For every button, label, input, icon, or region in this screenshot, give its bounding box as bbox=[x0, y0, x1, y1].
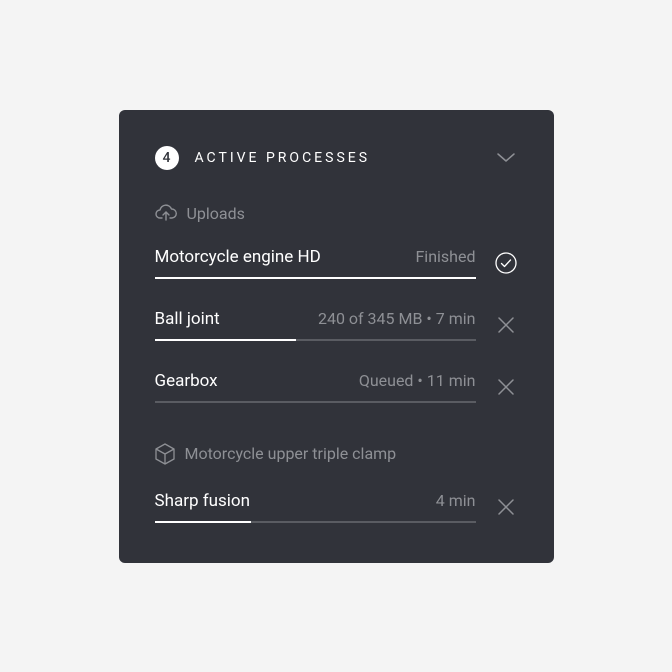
ai-item-name: Sharp fusion bbox=[155, 491, 251, 511]
close-icon bbox=[497, 378, 515, 396]
upload-done-button[interactable] bbox=[494, 251, 518, 275]
progress-fill bbox=[155, 277, 476, 279]
upload-item-main: Ball joint 240 of 345 MB • 7 min bbox=[155, 309, 476, 341]
upload-item-status: 240 of 345 MB • 7 min bbox=[318, 309, 476, 328]
cloud-upload-icon bbox=[155, 204, 177, 222]
chevron-down-icon bbox=[496, 152, 516, 164]
progress-bar bbox=[155, 521, 476, 523]
collapse-toggle[interactable] bbox=[494, 146, 518, 170]
check-circle-icon bbox=[494, 251, 518, 275]
uploads-section: Uploads Motorcycle engine HD Finished bbox=[155, 204, 518, 403]
uploads-section-label: Uploads bbox=[187, 204, 245, 223]
upload-item: Ball joint 240 of 345 MB • 7 min bbox=[155, 309, 518, 341]
progress-fill bbox=[155, 339, 296, 341]
upload-item-main: Gearbox Queued • 11 min bbox=[155, 371, 476, 403]
uploads-section-header: Uploads bbox=[155, 204, 518, 223]
ai-item-main: Sharp fusion 4 min bbox=[155, 491, 476, 523]
progress-bar bbox=[155, 339, 476, 341]
card-title: ACTIVE PROCESSES bbox=[195, 150, 371, 166]
upload-item-name: Ball joint bbox=[155, 309, 220, 329]
active-processes-card: 4 ACTIVE PROCESSES Uploads Motorcycle en… bbox=[119, 110, 554, 563]
process-count-badge: 4 bbox=[155, 146, 179, 170]
ai-section-label: Motorcycle upper triple clamp bbox=[185, 444, 397, 463]
upload-item-name: Gearbox bbox=[155, 371, 218, 391]
upload-item-main: Motorcycle engine HD Finished bbox=[155, 247, 476, 279]
ai-item: Sharp fusion 4 min bbox=[155, 491, 518, 523]
upload-cancel-button[interactable] bbox=[494, 313, 518, 337]
cube-icon bbox=[155, 443, 175, 465]
upload-item: Gearbox Queued • 11 min bbox=[155, 371, 518, 403]
upload-cancel-button[interactable] bbox=[494, 375, 518, 399]
ai-section: Motorcycle upper triple clamp Sharp fusi… bbox=[155, 443, 518, 523]
upload-item-name: Motorcycle engine HD bbox=[155, 247, 321, 267]
ai-item-status: 4 min bbox=[436, 491, 476, 510]
ai-section-header: Motorcycle upper triple clamp bbox=[155, 443, 518, 465]
close-icon bbox=[497, 498, 515, 516]
progress-bar bbox=[155, 277, 476, 279]
upload-item-status: Queued • 11 min bbox=[359, 371, 476, 390]
progress-fill bbox=[155, 521, 251, 523]
upload-item-status: Finished bbox=[415, 247, 475, 266]
close-icon bbox=[497, 316, 515, 334]
progress-bar bbox=[155, 401, 476, 403]
ai-cancel-button[interactable] bbox=[494, 495, 518, 519]
card-header: 4 ACTIVE PROCESSES bbox=[155, 146, 518, 170]
upload-item: Motorcycle engine HD Finished bbox=[155, 247, 518, 279]
